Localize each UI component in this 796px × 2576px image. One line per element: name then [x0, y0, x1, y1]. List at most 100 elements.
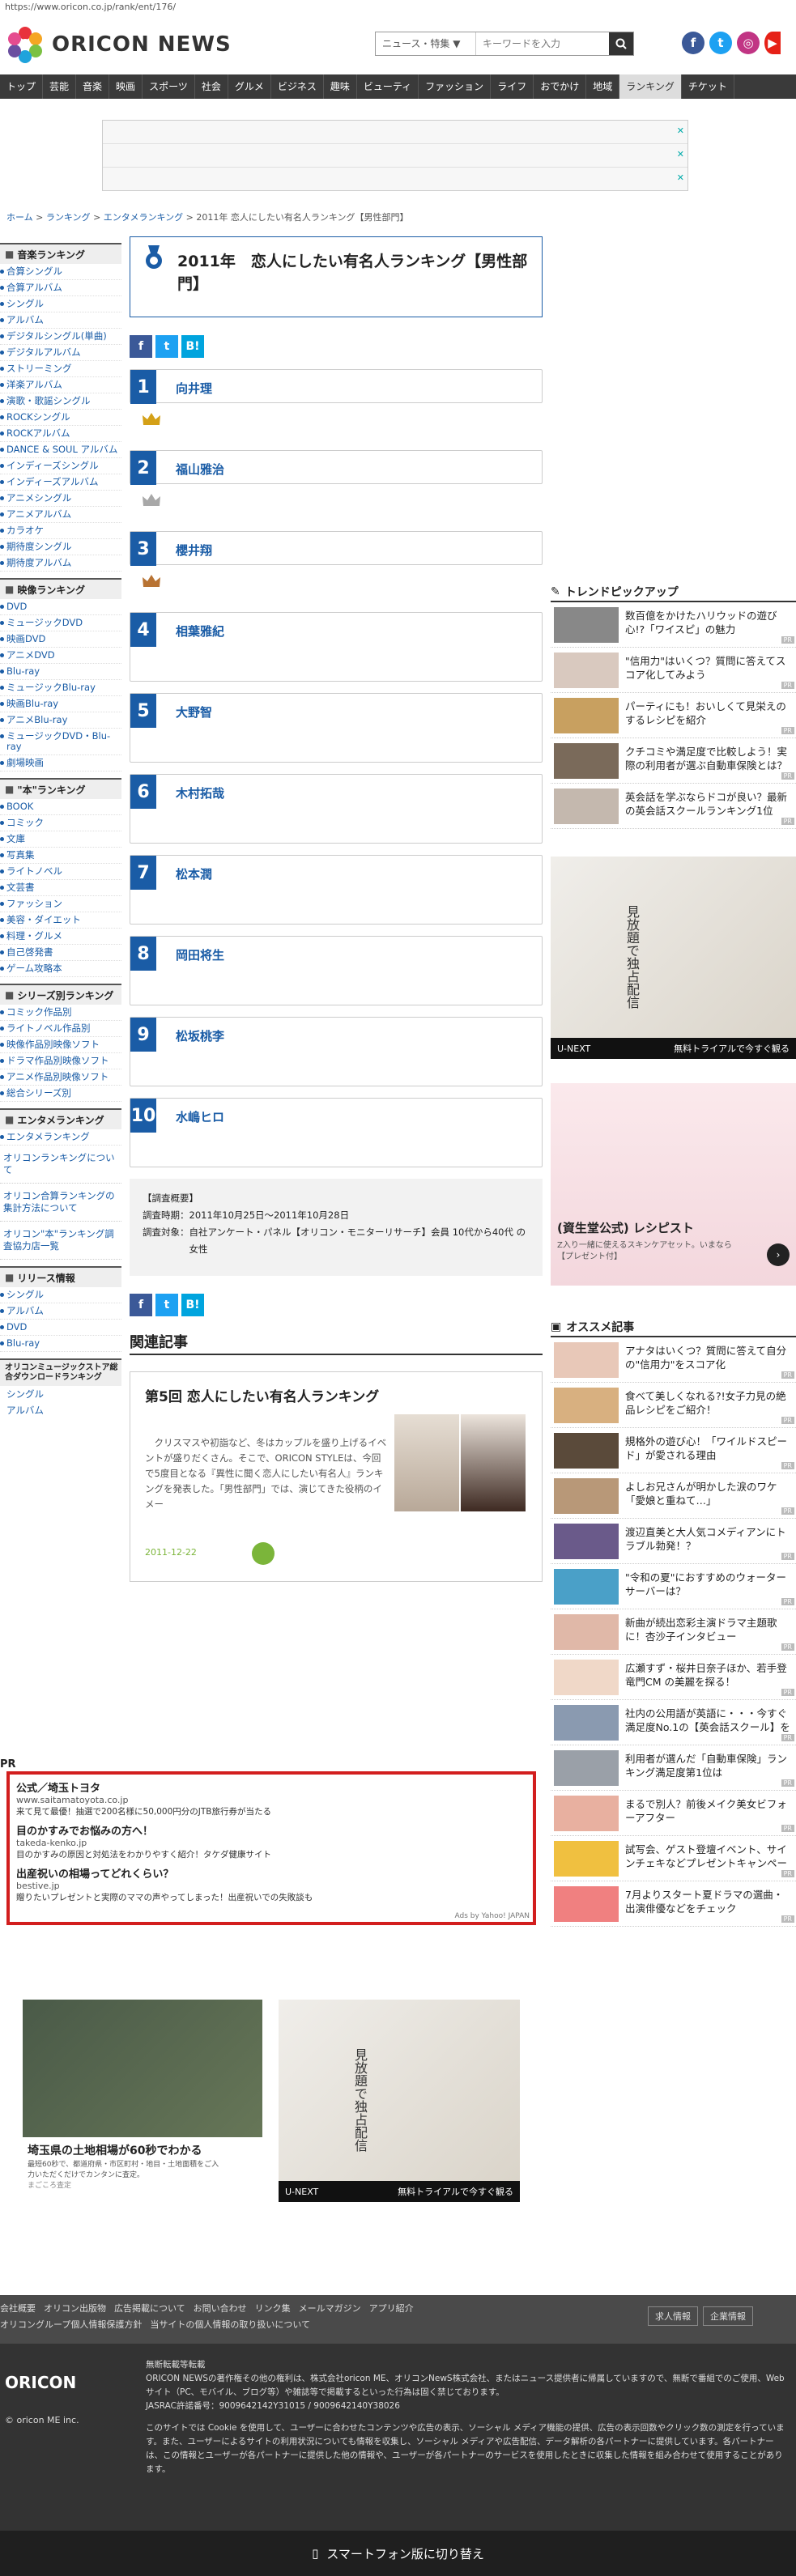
- pr-item[interactable]: 目のかすみでお悩みの方へ！ takeda-kenko.jp 目のかすみの原因と対処法…: [16, 1822, 526, 1860]
- rank-box[interactable]: 9 松坂桃李: [130, 1017, 543, 1086]
- sidebar-item[interactable]: アニメBlu-ray: [0, 712, 121, 729]
- osusume-item[interactable]: "令和の夏"におすすめのウォーターサーバーは？ PR: [551, 1564, 796, 1609]
- sidebar-store-item[interactable]: シングル: [0, 1386, 121, 1402]
- osusume-text[interactable]: 7月よりスタート夏ドラマの選曲・出演俳優などをチェック: [625, 1888, 792, 1917]
- osusume-item[interactable]: 規格外の遊び心！「ワイルドスピード」が愛される理由 PR: [551, 1428, 796, 1473]
- nav-item[interactable]: トップ: [0, 74, 44, 99]
- osusume-item[interactable]: 7月よりスタート夏ドラマの選曲・出演俳優などをチェック PR: [551, 1881, 796, 1927]
- rank-name[interactable]: 大野智: [176, 704, 212, 721]
- sidebar-item[interactable]: ドラマ作品別映像ソフト: [0, 1053, 121, 1069]
- share-hatena-button[interactable]: B!: [181, 335, 204, 358]
- sidebar-item[interactable]: カラオケ: [0, 523, 121, 539]
- rank-box[interactable]: 3 櫻井翔: [130, 531, 543, 566]
- osusume-text[interactable]: 社内の公用語が英語に・・・今すぐ満足度No.1の【英会話スクール】をチェック！: [625, 1707, 792, 1736]
- pr-item-title[interactable]: 公式／埼玉トヨタ: [16, 1779, 526, 1795]
- sidebar-item[interactable]: デジタルシングル(単曲): [0, 329, 121, 345]
- sidebar-item[interactable]: コミック: [0, 815, 121, 831]
- facebook-icon[interactable]: f: [682, 32, 704, 54]
- ad-close-icon[interactable]: ✕: [677, 172, 684, 183]
- unext-ad-bottom-cta[interactable]: 無料トライアルで今すぐ観る: [398, 2185, 513, 2198]
- osusume-item[interactable]: 渡辺直美と大人気コメディアンにトラブル勃発！？ PR: [551, 1519, 796, 1564]
- search-button[interactable]: [609, 32, 633, 55]
- osusume-text[interactable]: 新曲が続出恋彩主演ドラマ主題歌に！杏沙子インタビュー: [625, 1616, 792, 1645]
- trend-text[interactable]: 数百億をかけたハリウッドの遊び心!?「ワイスピ」の魅力: [625, 609, 792, 638]
- nav-item[interactable]: ビューティ: [357, 74, 419, 99]
- rank-name[interactable]: 福山雅治: [176, 461, 224, 478]
- sidebar-item[interactable]: DANCE & SOUL アルバム: [0, 442, 121, 458]
- rank-name[interactable]: 岡田将生: [176, 946, 224, 963]
- nav-item[interactable]: 地域: [586, 74, 620, 99]
- unext-ad-cta[interactable]: 無料トライアルで今すぐ観る: [674, 1042, 790, 1055]
- chevron-right-icon[interactable]: ›: [767, 1243, 790, 1266]
- share-twitter-button[interactable]: t: [155, 335, 178, 358]
- breadcrumb-ranking[interactable]: ランキング: [46, 212, 91, 223]
- rank-box[interactable]: 7 松本潤: [130, 855, 543, 925]
- trend-item[interactable]: パーティにも！おいしくて見栄えのするレシピを紹介 PR: [551, 693, 796, 738]
- footer-right-link[interactable]: 企業情報: [703, 2306, 753, 2326]
- instagram-icon[interactable]: ◎: [737, 32, 760, 54]
- logo-text[interactable]: ORICON NEWS: [52, 32, 232, 57]
- trend-text[interactable]: "信用力"はいくつ？質問に答えてスコア化してみよう: [625, 654, 792, 683]
- share-facebook-button[interactable]: f: [130, 1294, 152, 1316]
- sidebar-item[interactable]: アニメ作品別映像ソフト: [0, 1069, 121, 1086]
- sidebar-item[interactable]: コミック作品別: [0, 1005, 121, 1021]
- sidebar-item[interactable]: 文庫: [0, 831, 121, 848]
- osusume-text[interactable]: "令和の夏"におすすめのウォーターサーバーは？: [625, 1571, 792, 1600]
- sidebar-item[interactable]: 映像作品別映像ソフト: [0, 1037, 121, 1053]
- sidebar-item[interactable]: ROCKシングル: [0, 410, 121, 426]
- sidebar-item[interactable]: Blu-ray: [0, 664, 121, 680]
- ad-close-icon[interactable]: ✕: [677, 149, 684, 159]
- sidebar-item[interactable]: デジタルアルバム: [0, 345, 121, 361]
- sidebar-item[interactable]: 総合シリーズ別: [0, 1086, 121, 1102]
- pr-item[interactable]: 公式／埼玉トヨタ www.saitamatoyota.co.jp 来て見て最優！抽選…: [16, 1779, 526, 1817]
- ad-row[interactable]: ✕: [103, 121, 687, 144]
- osusume-item[interactable]: アナタはいくつ？質問に答えて自分の"信用力"をスコア化 PR: [551, 1337, 796, 1383]
- sidebar-item[interactable]: 美容・ダイエット: [0, 912, 121, 929]
- oricon-logo-icon[interactable]: [6, 26, 44, 63]
- shiseido-ad[interactable]: (資生堂公式) レシピスト Z入り一緒に使えるスキンケアセット。いまなら【プレゼ…: [551, 1083, 796, 1286]
- sidebar-item[interactable]: エンタメランキング: [0, 1129, 121, 1146]
- sidebar-item[interactable]: ROCKアルバム: [0, 426, 121, 442]
- unext-ad-bottom[interactable]: 見放題で独占配信 U-NEXT 無料トライアルで今すぐ観る: [279, 2000, 520, 2202]
- osusume-text[interactable]: 食べて美しくなれる?!女子力見の絶品レシピをご紹介！: [625, 1389, 792, 1418]
- search-category-select[interactable]: ニュース・特集 ▼: [376, 32, 476, 55]
- sidebar-item[interactable]: 文芸書: [0, 880, 121, 896]
- trend-text[interactable]: 英会話を学ぶならドコが良い？最新の英会話スクールランキング1位は…!?: [625, 790, 792, 819]
- share-facebook-button[interactable]: f: [130, 335, 152, 358]
- nav-item[interactable]: 趣味: [324, 74, 357, 99]
- rank-name[interactable]: 櫻井翔: [176, 542, 212, 559]
- nav-item[interactable]: ランキング: [619, 74, 682, 99]
- rank-box[interactable]: 4 相葉雅紀: [130, 612, 543, 682]
- related-arrow-icon[interactable]: [252, 1542, 275, 1565]
- breadcrumb-ent[interactable]: エンタメランキング: [104, 212, 183, 223]
- sidebar-item[interactable]: 期待度シングル: [0, 539, 121, 555]
- sidebar-item[interactable]: Blu-ray: [0, 1336, 121, 1352]
- footer-link[interactable]: 会社概要: [0, 2302, 36, 2315]
- osusume-item[interactable]: 社内の公用語が英語に・・・今すぐ満足度No.1の【英会話スクール】をチェック！P…: [551, 1700, 796, 1745]
- sidebar-item[interactable]: 料理・グルメ: [0, 929, 121, 945]
- unext-ad[interactable]: U-NEXT 無料トライアルで今すぐ観る 見放題で独占配信: [551, 857, 796, 1059]
- sidebar-item[interactable]: ミュージックDVD: [0, 615, 121, 631]
- top-ad-banner[interactable]: ✕ ✕ ✕: [102, 120, 688, 191]
- trend-item[interactable]: "信用力"はいくつ？質問に答えてスコア化してみよう PR: [551, 648, 796, 693]
- osusume-item[interactable]: 食べて美しくなれる?!女子力見の絶品レシピをご紹介！ PR: [551, 1383, 796, 1428]
- nav-item[interactable]: 社会: [195, 74, 228, 99]
- osusume-text[interactable]: 利用者が選んだ「自動車保険」ランキング満足度第1位は: [625, 1752, 792, 1781]
- rank-box[interactable]: 5 大野智: [130, 693, 543, 763]
- nav-item[interactable]: ライフ: [491, 74, 534, 99]
- sidebar-item[interactable]: 映画Blu-ray: [0, 696, 121, 712]
- share-hatena-button[interactable]: B!: [181, 1294, 204, 1316]
- smartphone-switch-button[interactable]: ▯ スマートフォン版に切り替え: [0, 2531, 796, 2576]
- nav-item[interactable]: 芸能: [43, 74, 77, 99]
- rank-name[interactable]: 相葉雅紀: [176, 623, 224, 640]
- osusume-item[interactable]: 広瀬すず・桜井日奈子ほか、若手登竜門CM の美麗を探る！ PR: [551, 1655, 796, 1700]
- sidebar-item[interactable]: ミュージックBlu-ray: [0, 680, 121, 696]
- rank-name[interactable]: 水嶋ヒロ: [176, 1108, 224, 1125]
- osusume-item[interactable]: 試写会、ゲスト登壇イベント、サインチェキなどプレゼントキャンペーン実施中！PR: [551, 1836, 796, 1881]
- sidebar-item[interactable]: ストリーミング: [0, 361, 121, 377]
- pr-item-url[interactable]: takeda-kenko.jp: [16, 1838, 526, 1848]
- trend-text[interactable]: パーティにも！おいしくて見栄えのするレシピを紹介: [625, 699, 792, 729]
- footer-link[interactable]: 当サイトの個人情報の取り扱いについて: [150, 2318, 310, 2331]
- sidebar-item[interactable]: アルバム: [0, 1303, 121, 1320]
- osusume-text[interactable]: よしお兄さんが明かした涙のワケ「愛娘と重ねて…」: [625, 1480, 792, 1509]
